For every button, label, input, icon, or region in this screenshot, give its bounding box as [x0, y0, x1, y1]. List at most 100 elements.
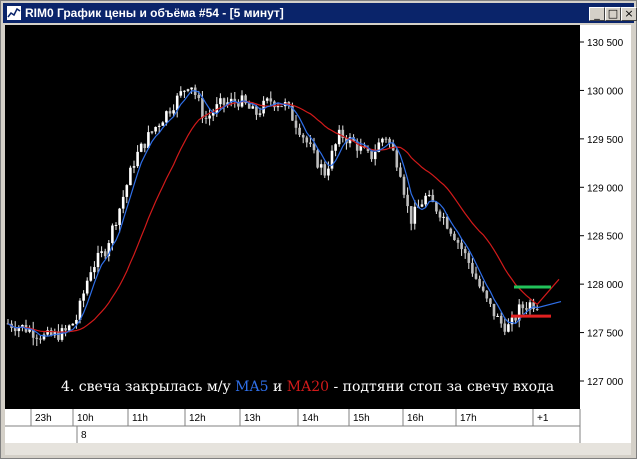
candle-body [456, 239, 460, 243]
candle-body [381, 138, 384, 143]
price-label: 130 000 [587, 86, 624, 97]
time-label: 17h [460, 413, 477, 424]
annotation-ma5: MA5 [235, 379, 268, 395]
price-label: 130 500 [587, 38, 624, 49]
candle-body [489, 298, 492, 304]
annotation-ma20: MA20 [287, 379, 329, 395]
candle-body [312, 144, 316, 151]
candle-body [89, 272, 93, 281]
candle-body [337, 129, 341, 145]
candle-body [399, 167, 402, 177]
candle-body [438, 211, 442, 218]
candle-body [384, 138, 388, 140]
candle-body [402, 176, 406, 195]
candle-body [525, 308, 528, 310]
candle-body [319, 164, 323, 168]
time-label: 13h [244, 413, 261, 424]
candle-body [190, 87, 193, 90]
candle-body [492, 303, 496, 317]
candle-body [481, 286, 485, 291]
candle-body [96, 252, 100, 268]
candle-body [157, 125, 161, 127]
candle-body [262, 100, 265, 114]
close-button[interactable]: × [621, 7, 637, 21]
candle-body [323, 164, 327, 176]
candle-body [64, 328, 67, 331]
candle-body [208, 115, 211, 119]
candle-body [114, 224, 118, 226]
candle-body [121, 196, 125, 209]
candle-body [413, 206, 417, 224]
candle-body [453, 233, 456, 240]
candle-body [111, 225, 114, 244]
candle-body [499, 315, 503, 324]
price-label: 127 000 [587, 377, 624, 388]
time-label: 11h [132, 413, 148, 424]
candle-body [219, 98, 222, 105]
time-axis: 23h 10h 11h 12h 13h 14h 15h 16h 17h +1 8 [5, 409, 631, 443]
candle-body [204, 117, 208, 119]
maximize-button[interactable]: □ [605, 7, 621, 21]
chart-app-icon [7, 6, 21, 20]
plot-area [5, 25, 580, 409]
candle-body [445, 216, 449, 229]
candle-body [103, 251, 107, 257]
title-bar[interactable]: RIM0 График цены и объёма #54 - [5 минут… [3, 3, 637, 23]
candle-body [409, 206, 413, 224]
candle-body [478, 278, 481, 287]
candle-body [132, 166, 136, 168]
annotation-and: и [269, 379, 287, 395]
candle-body [395, 150, 399, 168]
candle-body [280, 106, 283, 108]
time-label: 14h [302, 413, 319, 424]
price-chart[interactable]: 130 500 130 000 129 500 129 000 128 500 128 0… [5, 25, 631, 409]
candle-body [150, 131, 154, 133]
price-axis [580, 25, 631, 409]
chart-window: RIM0 График цены и объёма #54 - [5 минут… [0, 0, 637, 459]
candle-body [316, 150, 319, 168]
candle-body [532, 302, 535, 310]
candle-body [294, 120, 298, 128]
minimize-button[interactable]: _ [589, 7, 605, 21]
candle-body [485, 290, 489, 299]
candle-body [420, 204, 424, 207]
candle-body [183, 90, 186, 92]
candle-body [71, 323, 75, 326]
window-title: RIM0 График цены и объёма #54 - [5 минут… [25, 6, 284, 20]
candle-body [136, 151, 139, 167]
time-label: 10h [77, 413, 94, 424]
candle-body [514, 317, 517, 321]
candle-body [197, 94, 201, 98]
candle-body [474, 273, 478, 279]
candle-body [521, 304, 525, 309]
candle-body [496, 315, 499, 317]
candle-body [463, 249, 467, 254]
time-label: 16h [407, 413, 424, 424]
price-label: 129 000 [587, 183, 624, 194]
candle-body [258, 113, 262, 115]
annotation-prefix: 4. свеча закрылась м/у [61, 379, 235, 395]
price-label: 129 500 [587, 135, 624, 146]
annotation-suffix: - подтяни стоп за свечу входа [329, 379, 554, 395]
time-label: +1 [537, 413, 549, 424]
candle-body [168, 111, 172, 114]
candle-body [161, 122, 165, 126]
candle-body [251, 106, 255, 109]
candle-body [406, 194, 409, 207]
candle-body [49, 330, 53, 336]
candle-body [139, 143, 143, 152]
candle-body [305, 137, 309, 143]
candle-body [276, 106, 280, 108]
candle-body [449, 228, 453, 234]
candle-body [222, 98, 226, 105]
candle-body [82, 293, 85, 301]
price-label: 128 000 [587, 280, 624, 291]
time-label: 15h [353, 413, 370, 424]
candle-body [255, 106, 258, 115]
candle-body [330, 150, 334, 169]
candle-body [507, 324, 510, 332]
candle-body [85, 280, 89, 294]
candle-body [172, 110, 175, 114]
price-label: 127 500 [587, 329, 624, 340]
horizontal-scrollbar[interactable] [5, 443, 631, 455]
